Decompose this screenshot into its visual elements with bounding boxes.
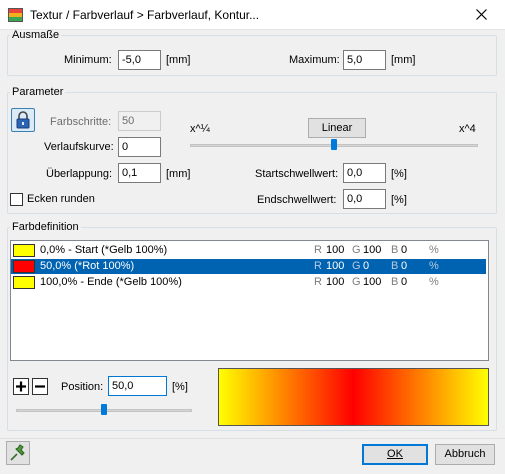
list-item[interactable]: 0,0% - Start (*Gelb 100%) R 100 G 100 B … <box>11 243 486 258</box>
window-title: Textur / Farbverlauf > Farbverlauf, Kont… <box>30 8 260 22</box>
ueberlappung-input[interactable]: 0,1 <box>118 163 161 183</box>
position-unit: [%] <box>172 381 188 393</box>
color-swatch <box>13 260 35 273</box>
entry-name: 50,0% (*Rot 100%) <box>40 260 135 272</box>
minimum-unit: [mm] <box>166 54 191 66</box>
ausmasse-group: Ausmaße <box>7 29 497 76</box>
g-channel-value: 100 <box>363 244 382 256</box>
farbschritte-input: 50 <box>118 111 161 131</box>
ueberlappung-unit: [mm] <box>166 168 191 180</box>
maximum-unit: [mm] <box>391 54 416 66</box>
curve-min-label: x^¼ <box>190 123 210 135</box>
curve-max-label: x^4 <box>459 123 476 135</box>
position-input[interactable]: 50,0 <box>108 376 167 396</box>
linear-button[interactable]: Linear <box>308 118 366 138</box>
plus-icon <box>16 381 26 392</box>
r-channel-value: 100 <box>326 276 345 288</box>
r-channel-label: R <box>314 244 322 256</box>
list-item[interactable]: 100,0% - Ende (*Gelb 100%) R 100 G 100 B… <box>11 275 486 290</box>
g-channel-value: 0 <box>363 260 370 272</box>
remove-color-button[interactable] <box>32 378 48 395</box>
maximum-input[interactable]: 5,0 <box>343 50 386 70</box>
parameter-legend: Parameter <box>12 86 64 98</box>
position-label: Position: <box>61 381 104 393</box>
color-list[interactable]: 0,0% - Start (*Gelb 100%) R 100 G 100 B … <box>10 240 489 361</box>
close-button[interactable] <box>459 0 505 30</box>
r-channel-value: 100 <box>326 260 345 272</box>
entry-name: 100,0% - Ende (*Gelb 100%) <box>40 276 182 288</box>
startschwellwert-label: Startschwellwert: <box>255 168 339 180</box>
b-channel-label: B <box>391 244 399 256</box>
cancel-button[interactable]: Abbruch <box>435 444 495 465</box>
gradient-preview <box>218 368 489 426</box>
minimum-input[interactable]: -5,0 <box>118 50 161 70</box>
minimum-label: Minimum: <box>64 54 112 66</box>
add-color-button[interactable] <box>13 378 29 395</box>
ueberlappung-label: Überlappung: <box>46 168 113 180</box>
b-channel-value: 0 <box>401 260 408 272</box>
endschwellwert-label: Endschwellwert: <box>257 194 337 206</box>
maximum-label: Maximum: <box>289 54 340 66</box>
pin-button[interactable] <box>6 441 30 465</box>
r-channel-label: R <box>314 276 322 288</box>
b-channel-label: B <box>391 260 399 272</box>
verlaufskurve-input[interactable]: 0 <box>118 137 161 157</box>
title-bar: Textur / Farbverlauf > Farbverlauf, Kont… <box>0 0 505 30</box>
r-channel-value: 100 <box>326 244 345 256</box>
b-channel-value: 0 <box>401 244 408 256</box>
g-channel-label: G <box>352 244 361 256</box>
ausmasse-legend: Ausmaße <box>12 29 60 41</box>
footer-separator <box>0 438 505 439</box>
g-channel-label: G <box>352 276 361 288</box>
list-item[interactable]: 50,0% (*Rot 100%) R 100 G 0 B 0 % <box>11 259 486 274</box>
startschwellwert-input[interactable]: 0,0 <box>343 163 386 183</box>
minus-icon <box>35 385 45 388</box>
entry-name: 0,0% - Start (*Gelb 100%) <box>40 244 168 256</box>
pct-label: % <box>429 276 439 288</box>
farbdefinition-legend: Farbdefinition <box>12 221 79 233</box>
verlaufskurve-label: Verlaufskurve: <box>44 141 114 153</box>
ok-button[interactable]: OK <box>362 444 428 465</box>
lock-button[interactable] <box>11 108 35 132</box>
ecken-runden-label[interactable]: Ecken runden <box>27 193 95 205</box>
endschwellwert-input[interactable]: 0,0 <box>343 189 386 209</box>
curve-slider-thumb[interactable] <box>331 139 337 150</box>
g-channel-label: G <box>352 260 361 272</box>
b-channel-label: B <box>391 276 399 288</box>
app-icon <box>8 8 23 22</box>
color-swatch <box>13 276 35 289</box>
g-channel-value: 100 <box>363 276 382 288</box>
pct-label: % <box>429 244 439 256</box>
b-channel-value: 0 <box>401 276 408 288</box>
pct-label: % <box>429 260 439 272</box>
r-channel-label: R <box>314 260 322 272</box>
close-icon <box>476 9 487 20</box>
farbschritte-label: Farbschritte: <box>50 116 112 128</box>
lock-icon <box>16 111 30 129</box>
position-slider-thumb[interactable] <box>101 404 107 415</box>
pin-icon <box>10 444 25 461</box>
ecken-runden-checkbox[interactable] <box>10 193 23 206</box>
color-swatch <box>13 244 35 257</box>
startschwellwert-unit: [%] <box>391 168 407 180</box>
endschwellwert-unit: [%] <box>391 194 407 206</box>
